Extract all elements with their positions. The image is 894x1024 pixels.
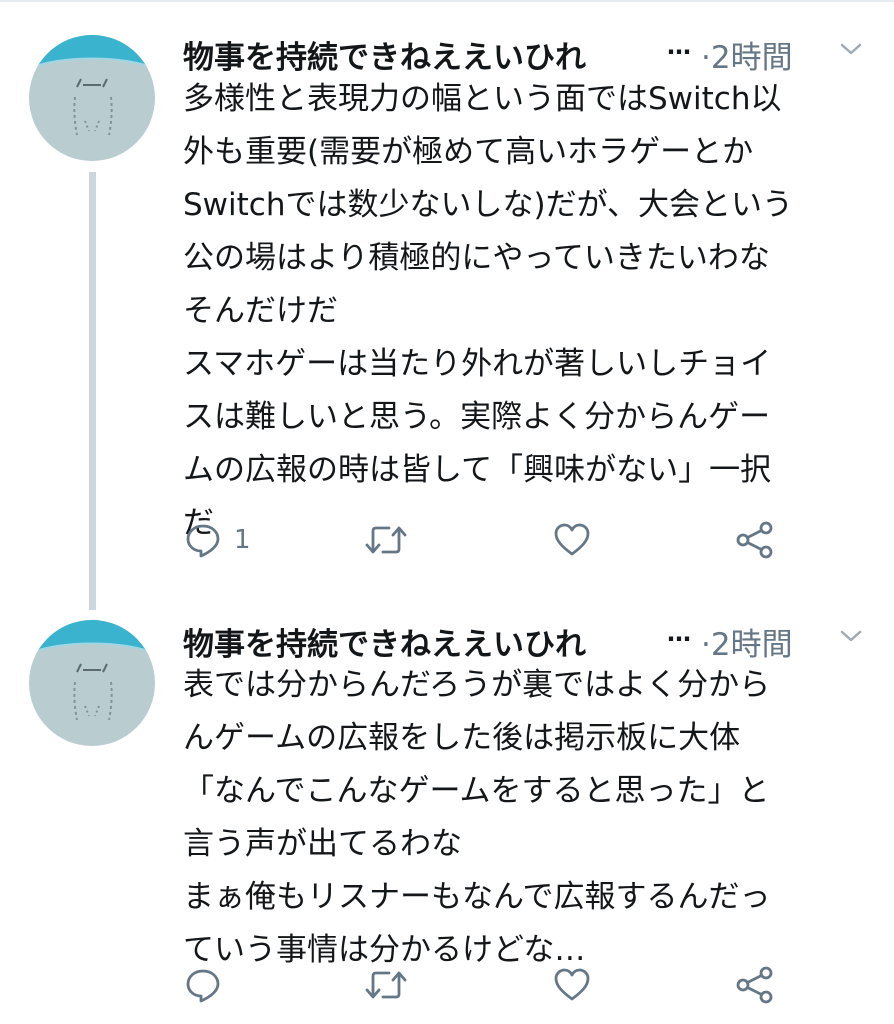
avatar[interactable] (29, 620, 155, 746)
author-name[interactable]: 物事を持続できねええいひれ (183, 32, 663, 77)
reply-icon (186, 524, 220, 558)
avatar[interactable] (29, 35, 155, 161)
tweet-header: 物事を持続できねええいひれ … ·2時間 (183, 615, 873, 665)
tweet-text-line: 表では分からんだろうが裏ではよく分から (183, 667, 771, 703)
share-button[interactable] (735, 515, 775, 565)
like-icon (554, 968, 590, 1001)
reply-icon (186, 969, 220, 1003)
name-ellipsis: … (667, 32, 691, 60)
timestamp[interactable]: ·2時間 (701, 619, 793, 664)
tweet-actions (0, 960, 894, 1010)
tweet-text-line: まぁ俺もリスナーもなんで広報するんだっ (183, 879, 771, 915)
tweet-text-line: 公の場はより積極的にやっていきたいわな (183, 240, 770, 276)
tweet-text-line: んゲームの広報をした後は掲示板に大体 (183, 720, 741, 756)
tweet-text-line: 多様性と表現力の幅という面ではSwitch以 (183, 81, 782, 117)
chevron-down-icon[interactable] (838, 40, 864, 58)
tweet-text-line: Switchでは数少ないしな)だが、大会という (183, 187, 793, 223)
reply-count: 1 (234, 525, 251, 555)
retweet-button[interactable] (363, 960, 421, 1010)
tweet-text-line: そんだけだ (183, 293, 338, 329)
tweet-text: 表では分からんだろうが裏ではよく分から んゲームの広報をした後は掲示板に大体 「… (183, 659, 873, 977)
tweet-text-line: スは難しいと思う。実際よく分からんゲー (183, 399, 771, 435)
name-ellipsis: … (667, 619, 691, 647)
tweet-actions: 1 (0, 515, 894, 565)
tweet-text-line: 「なんでこんなゲームをすると思った」と (183, 773, 770, 809)
reply-button[interactable] (184, 960, 234, 1010)
like-icon (554, 523, 590, 556)
retweet-button[interactable] (363, 515, 421, 565)
retweet-icon (365, 526, 407, 554)
reply-button[interactable]: 1 (184, 515, 251, 565)
author-name[interactable]: 物事を持続できねええいひれ (183, 619, 663, 664)
tweet-header: 物事を持続できねええいひれ … ·2時間 (183, 28, 873, 78)
share-button[interactable] (735, 960, 775, 1010)
share-icon (736, 966, 773, 1004)
tweet-text-line: スマホゲーは当たり外れが著しいしチョイ (183, 346, 772, 382)
share-icon (736, 521, 773, 559)
like-button[interactable] (553, 515, 603, 565)
retweet-icon (365, 971, 407, 999)
tweet-text-line: ムの広報の時は皆して「興味がない」一択 (183, 452, 772, 488)
timestamp[interactable]: ·2時間 (701, 32, 793, 77)
tweet-text: 多様性と表現力の幅という面ではSwitch以 外も重要(需要が極めて高いホラゲー… (183, 73, 873, 550)
tweet[interactable]: 物事を持続できねええいひれ … ·2時間 表では分からんだろうが裏ではよく分から… (0, 605, 894, 1024)
tweet[interactable]: 物事を持続できねええいひれ … ·2時間 多様性と表現力の幅という面ではSwit… (0, 0, 894, 610)
tweet-text-line: 外も重要(需要が極めて高いホラゲーとか (183, 134, 754, 170)
like-button[interactable] (553, 960, 603, 1010)
tweet-text-line: 言う声が出てるわな (183, 826, 462, 862)
chevron-down-icon[interactable] (838, 627, 864, 645)
